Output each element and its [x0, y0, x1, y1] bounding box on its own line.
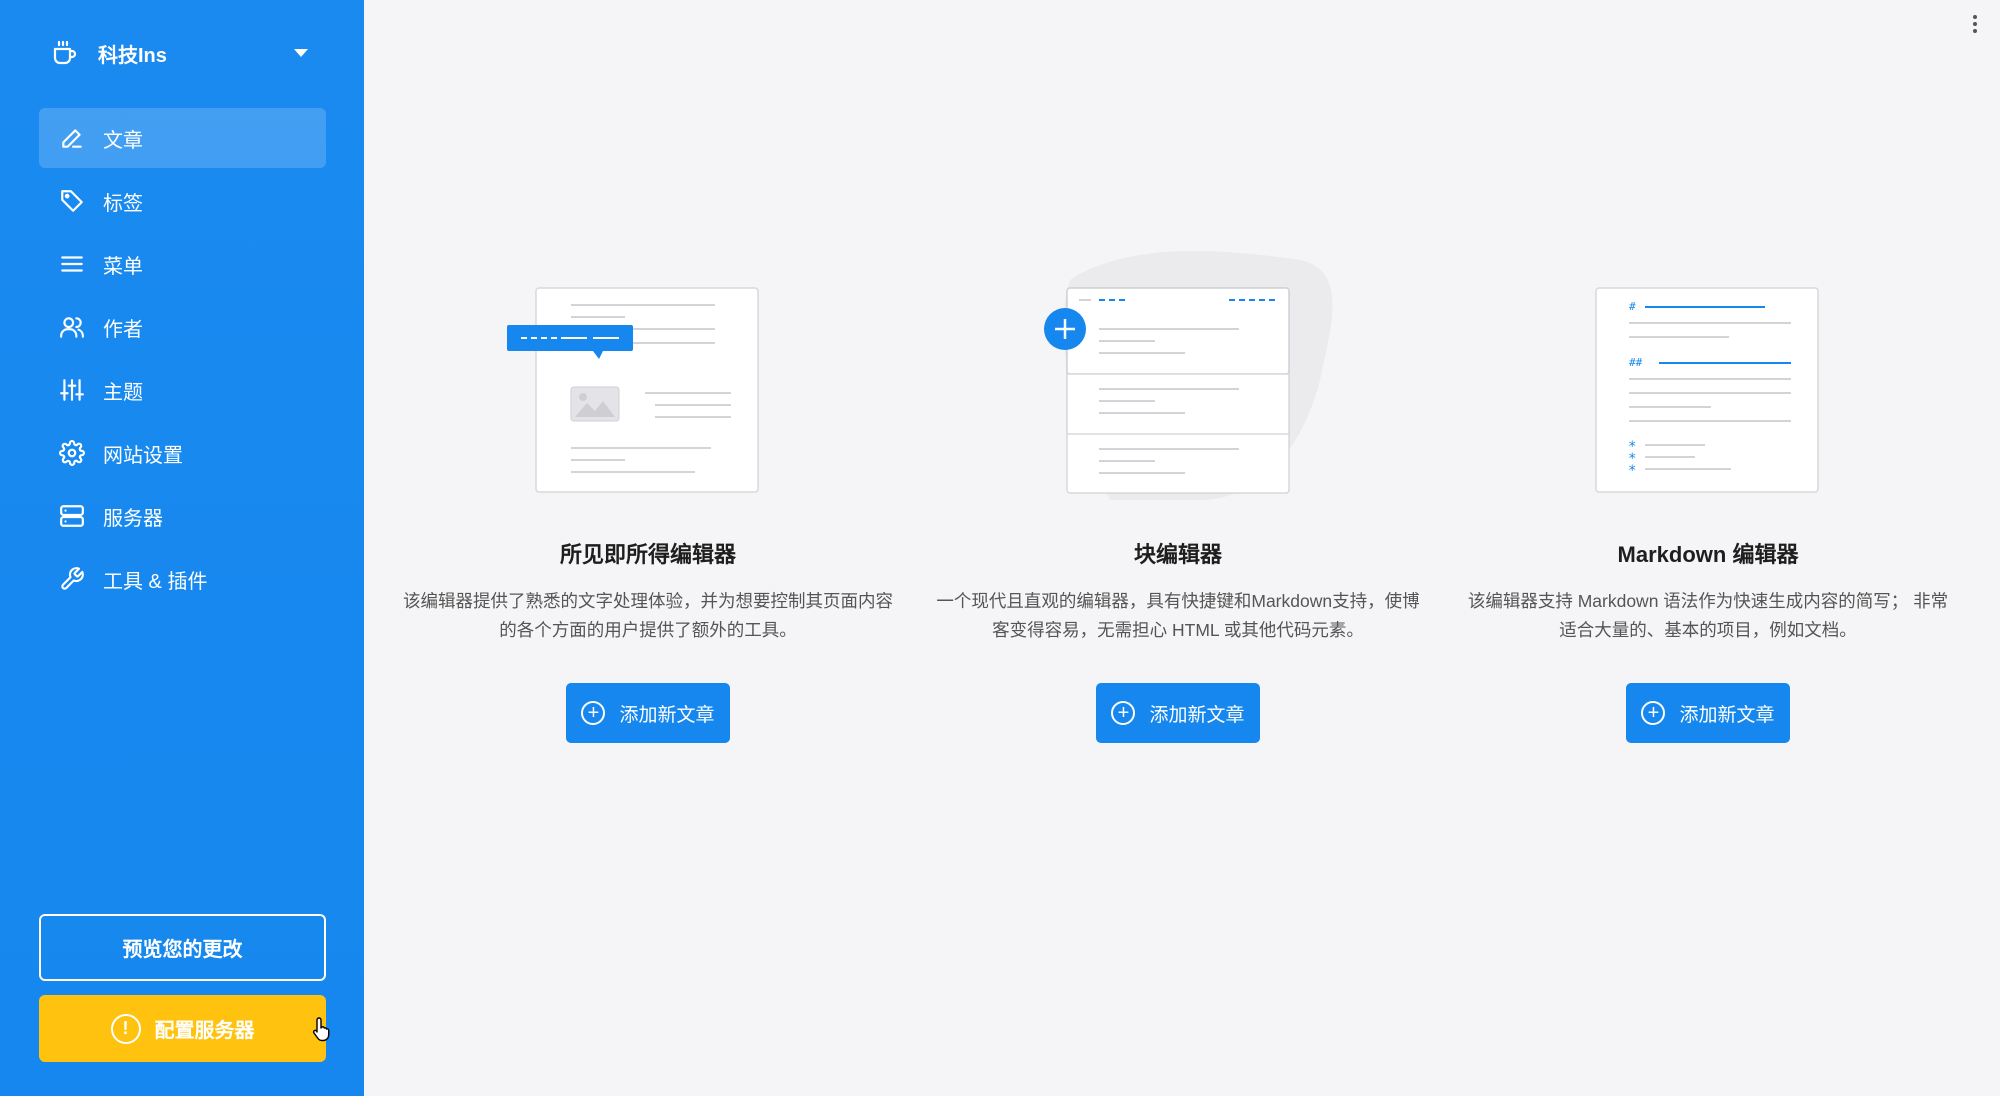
editor-description: 一个现代且直观的编辑器，具有快捷键和Markdown支持，使博客变得容易，无需担…: [936, 591, 1420, 640]
main-nav: 文章 标签 菜单 作者 主题 网站设置 服务器 工具 & 插件: [39, 108, 326, 612]
sidebar: 科技Ins 文章 标签 菜单 作者 主题 网站设置 服务器 工具 & 插件 预览…: [0, 0, 364, 1096]
nav-item-themes[interactable]: 主题: [39, 360, 326, 420]
add-new-post-button[interactable]: + 添加新文章: [1626, 683, 1790, 743]
nav-item-label: 文章: [103, 129, 143, 152]
configure-server-label: 配置服务器: [154, 1020, 255, 1042]
plus-circle-icon: +: [581, 701, 606, 725]
plus-circle-icon: +: [1111, 701, 1136, 725]
nav-item-label: 标签: [103, 192, 143, 215]
warning-icon: !: [110, 1013, 141, 1044]
svg-text:*: *: [1628, 463, 1636, 479]
nav-item-tags[interactable]: 标签: [39, 171, 326, 231]
nav-item-posts[interactable]: 文章: [39, 108, 326, 168]
add-new-post-label: 添加新文章: [619, 704, 715, 726]
nav-item-site-settings[interactable]: 网站设置: [39, 423, 326, 483]
svg-text:#: #: [1629, 300, 1636, 313]
editor-card-wysiwyg: 所见即所得编辑器 该编辑器提供了熟悉的文字处理体验，并为想要控制其页面内容的各个…: [398, 285, 898, 743]
nav-item-label: 服务器: [103, 507, 163, 530]
nav-item-label: 工具 & 插件: [103, 570, 208, 593]
pencil-icon: [59, 125, 85, 151]
add-new-post-label: 添加新文章: [1149, 704, 1245, 726]
tag-icon: [59, 188, 85, 214]
users-icon: [59, 314, 85, 340]
nav-item-label: 作者: [103, 318, 143, 341]
block-editor-illustration: [1044, 285, 1291, 495]
wrench-icon: [59, 566, 85, 592]
editor-card-markdown: # ## * * * Markdown 编辑器 该编辑器支持 Markdown 语法…: [1458, 285, 1958, 743]
chevron-down-icon: [294, 49, 308, 57]
add-new-post-button[interactable]: + 添加新文章: [1096, 683, 1260, 743]
site-name: 科技Ins: [98, 44, 167, 67]
more-options-icon[interactable]: [1970, 12, 1980, 40]
editor-description: 该编辑器支持 Markdown 语法作为快速生成内容的简写； 非常适合大量的、基…: [1467, 591, 1949, 640]
nav-item-servers[interactable]: 服务器: [39, 486, 326, 546]
plus-icon: [1044, 308, 1086, 350]
editor-title: 所见即所得编辑器: [559, 542, 736, 567]
configure-server-button[interactable]: ! 配置服务器: [39, 995, 326, 1062]
preview-changes-button[interactable]: 预览您的更改: [39, 914, 326, 981]
nav-item-label: 网站设置: [103, 444, 183, 467]
hand-pointer-icon: [312, 1017, 330, 1042]
nav-item-tools-plugins[interactable]: 工具 & 插件: [39, 549, 326, 609]
plus-circle-icon: +: [1641, 701, 1666, 725]
editor-description: 该编辑器提供了熟悉的文字处理体验，并为想要控制其页面内容的各个方面的用户提供了额…: [403, 591, 893, 640]
markdown-illustration: # ## * * *: [1595, 285, 1821, 495]
wysiwyg-illustration: [507, 285, 761, 495]
add-new-post-label: 添加新文章: [1679, 704, 1775, 726]
server-icon: [59, 503, 85, 529]
nav-item-menus[interactable]: 菜单: [39, 234, 326, 294]
editor-title: 块编辑器: [1133, 542, 1222, 567]
nav-item-label: 菜单: [103, 255, 143, 278]
nav-item-authors[interactable]: 作者: [39, 297, 326, 357]
coffee-cup-icon: [40, 28, 90, 78]
editor-title: Markdown 编辑器: [1617, 542, 1799, 567]
sliders-icon: [59, 377, 85, 403]
gear-icon: [59, 440, 85, 466]
svg-text:##: ##: [1629, 356, 1643, 369]
menu-lines-icon: [59, 251, 85, 277]
add-new-post-button[interactable]: + 添加新文章: [566, 683, 730, 743]
nav-item-label: 主题: [103, 381, 143, 404]
editor-card-block: 块编辑器 一个现代且直观的编辑器，具有快捷键和Markdown支持，使博客变得容…: [928, 285, 1428, 743]
site-switcher[interactable]: 科技Ins: [40, 28, 320, 78]
